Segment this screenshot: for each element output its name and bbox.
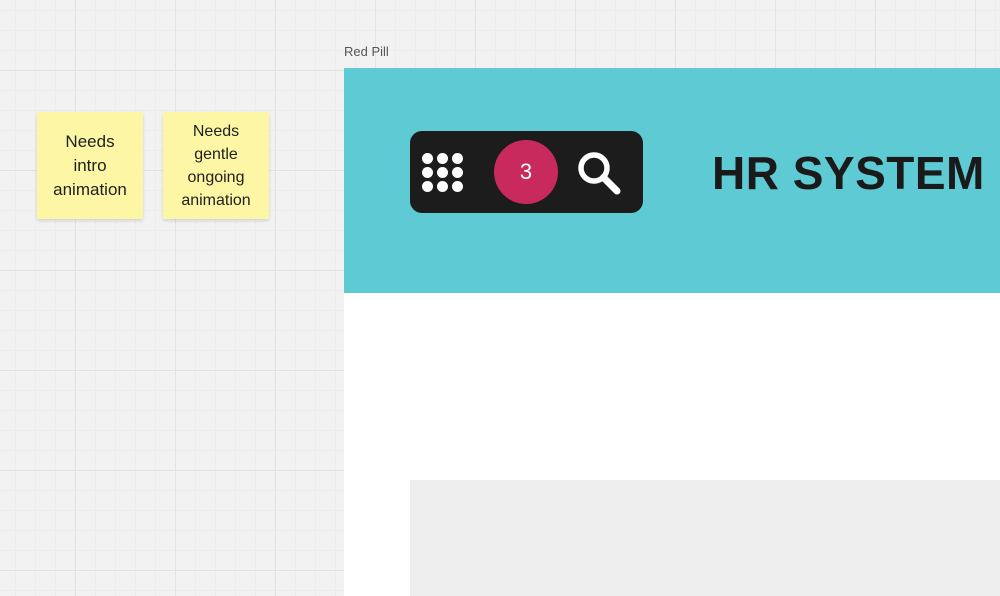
app-title: HR SYSTEM bbox=[712, 147, 985, 199]
frame-label[interactable]: Red Pill bbox=[344, 44, 389, 59]
search-icon[interactable] bbox=[576, 150, 622, 196]
notification-badge[interactable]: 3 bbox=[494, 140, 558, 204]
app-header: 3 HR SYSTEM bbox=[344, 68, 1000, 293]
content-placeholder-block bbox=[410, 480, 1000, 596]
sticky-note-intro-animation[interactable]: Needs intro animation bbox=[37, 112, 143, 219]
header-pill-toolbar: 3 bbox=[410, 131, 643, 213]
apps-grid-icon[interactable] bbox=[422, 153, 464, 192]
frame-red-pill[interactable]: 3 HR SYSTEM bbox=[344, 68, 1000, 596]
sticky-note-ongoing-animation[interactable]: Needs gentle ongoing animation bbox=[163, 112, 269, 219]
